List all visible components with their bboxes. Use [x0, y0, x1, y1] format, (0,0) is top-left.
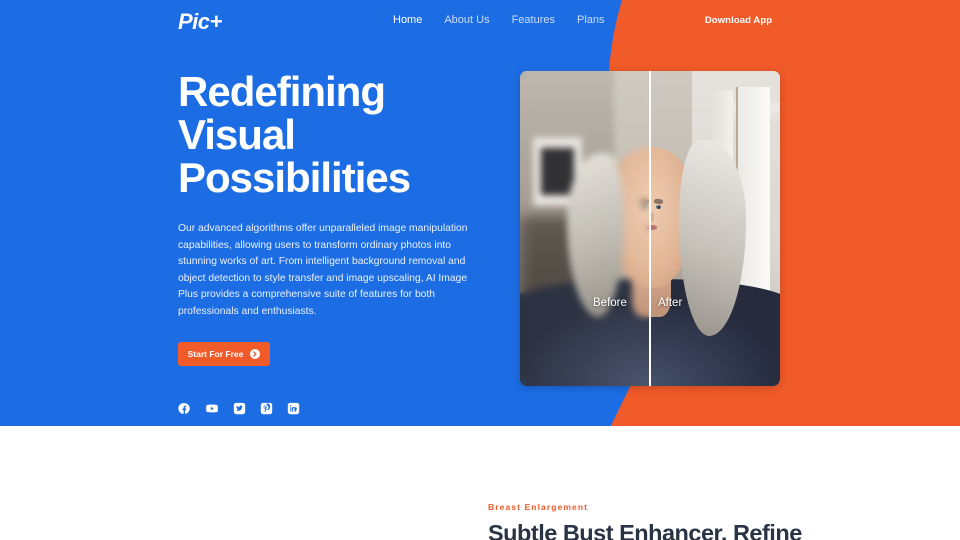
nav-links: Home About Us Features Plans: [393, 14, 605, 26]
linkedin-icon[interactable]: [287, 402, 300, 415]
twitter-icon[interactable]: [233, 402, 246, 415]
comparison-slider-divider[interactable]: [649, 71, 651, 386]
feature-eyebrow: Breast Enlargement: [488, 502, 589, 512]
brand-logo[interactable]: Pic+: [178, 9, 222, 35]
youtube-icon[interactable]: [205, 402, 219, 415]
hero-copy: Redefining Visual Possibilities Our adva…: [178, 70, 498, 415]
download-app-button[interactable]: Download App: [697, 8, 780, 32]
photo-scene: [520, 71, 780, 386]
hero-section: Pic+ Home About Us Features Plans Downlo…: [0, 0, 960, 426]
hero-description: Our advanced algorithms offer unparallel…: [178, 223, 468, 317]
before-blur-overlay: [520, 71, 650, 386]
top-navigation-bar: Pic+ Home About Us Features Plans Downlo…: [0, 0, 960, 40]
nav-item-plans[interactable]: Plans: [577, 14, 605, 26]
feature-section: Breast Enlargement Subtle Bust Enhancer,…: [0, 426, 960, 540]
arrow-right-icon: [250, 348, 261, 359]
page-title: Redefining Visual Possibilities: [178, 70, 498, 199]
before-label: Before: [593, 297, 627, 309]
feature-text-block: Breast Enlargement Subtle Bust Enhancer,…: [488, 502, 918, 540]
photo-eyebrow-right: [653, 198, 663, 205]
nav-item-home[interactable]: Home: [393, 14, 422, 26]
facebook-icon[interactable]: [178, 402, 191, 415]
after-label: After: [658, 297, 683, 309]
start-for-free-button[interactable]: Start For Free: [178, 341, 270, 366]
headline-line-2: Visual: [178, 111, 296, 158]
landing-page: Pic+ Home About Us Features Plans Downlo…: [0, 0, 960, 540]
social-links: [178, 402, 498, 415]
nav-item-features[interactable]: Features: [512, 14, 555, 26]
before-after-image[interactable]: [520, 71, 780, 386]
nav-item-about-us[interactable]: About Us: [444, 14, 489, 26]
start-for-free-label: Start For Free: [187, 348, 244, 359]
pinterest-icon[interactable]: [260, 402, 273, 415]
headline-line-1: Redefining: [178, 68, 386, 115]
feature-title: Subtle Bust Enhancer, Refine: [488, 520, 802, 540]
photo-eye-right: [655, 205, 662, 210]
headline-line-3: Possibilities: [178, 154, 411, 201]
